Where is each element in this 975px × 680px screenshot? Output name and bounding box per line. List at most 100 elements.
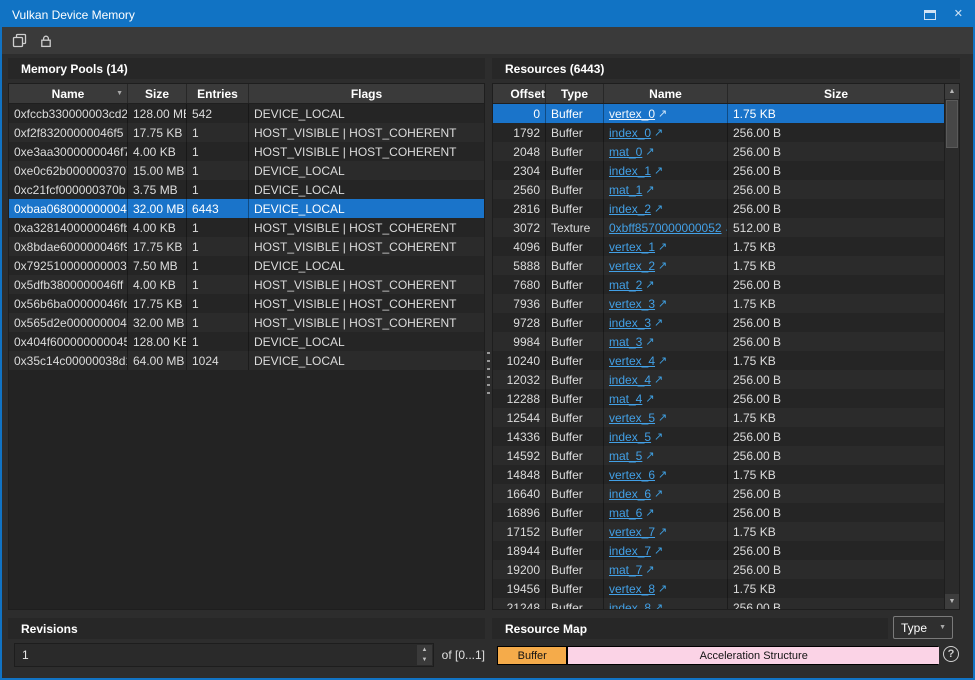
resource-link[interactable]: mat_7 xyxy=(609,563,642,577)
resource-link[interactable]: mat_5 xyxy=(609,449,642,463)
memory-pool-row[interactable]: 0x8bdae600000046f9 17.75 KB 1 HOST_VISIB… xyxy=(9,237,484,256)
resource-link[interactable]: vertex_0 xyxy=(609,107,655,121)
resource-row[interactable]: 18944 Buffer index_7 ↗ 256.00 B xyxy=(493,541,944,560)
close-icon[interactable]: ✕ xyxy=(954,9,963,20)
memory-pool-row[interactable]: 0x565d2e000000004b 32.00 MB 1 HOST_VISIB… xyxy=(9,313,484,332)
column-header-flags[interactable]: Flags xyxy=(249,84,484,103)
goto-resource-icon[interactable]: ↗ xyxy=(645,449,654,462)
resource-row[interactable]: 19200 Buffer mat_7 ↗ 256.00 B xyxy=(493,560,944,579)
memory-pool-row[interactable]: 0xbaa068000000004d 32.00 MB 6443 DEVICE_… xyxy=(9,199,484,218)
column-header-resname[interactable]: Name xyxy=(604,84,728,103)
resource-link[interactable]: vertex_7 xyxy=(609,525,655,539)
column-header-name[interactable]: Name ▼ xyxy=(9,84,128,103)
resource-row[interactable]: 14336 Buffer index_5 ↗ 256.00 B xyxy=(493,427,944,446)
resource-row[interactable]: 12544 Buffer vertex_5 ↗ 1.75 KB xyxy=(493,408,944,427)
title-bar[interactable]: Vulkan Device Memory ✕ xyxy=(2,2,973,27)
resource-row[interactable]: 16896 Buffer mat_6 ↗ 256.00 B xyxy=(493,503,944,522)
resource-row[interactable]: 2048 Buffer mat_0 ↗ 256.00 B xyxy=(493,142,944,161)
resource-link[interactable]: vertex_5 xyxy=(609,411,655,425)
memory-pool-row[interactable]: 0x404f600000000045 128.00 KB 1 DEVICE_LO… xyxy=(9,332,484,351)
resource-link[interactable]: index_3 xyxy=(609,316,651,330)
goto-resource-icon[interactable]: ↗ xyxy=(654,373,663,386)
panel-splitter-handle[interactable] xyxy=(486,352,490,396)
resource-map-segment[interactable]: Buffer xyxy=(498,647,566,664)
spinner-up-icon[interactable]: ▲ xyxy=(417,645,432,655)
resource-link[interactable]: vertex_4 xyxy=(609,354,655,368)
resource-row[interactable]: 12032 Buffer index_4 ↗ 256.00 B xyxy=(493,370,944,389)
memory-pool-row[interactable]: 0xf2f83200000046f5 17.75 KB 1 HOST_VISIB… xyxy=(9,123,484,142)
resource-link[interactable]: index_2 xyxy=(609,202,651,216)
revision-spinbox[interactable]: 1 ▲ ▼ xyxy=(14,643,434,667)
spinner-down-icon[interactable]: ▼ xyxy=(417,655,432,665)
resource-link[interactable]: mat_0 xyxy=(609,145,642,159)
resource-row[interactable]: 10240 Buffer vertex_4 ↗ 1.75 KB xyxy=(493,351,944,370)
goto-resource-icon[interactable]: ↗ xyxy=(658,468,667,481)
memory-pool-row[interactable]: 0xe3aa3000000046f7 4.00 KB 1 HOST_VISIBL… xyxy=(9,142,484,161)
goto-resource-icon[interactable]: ↗ xyxy=(658,107,667,120)
column-header-type[interactable]: Type xyxy=(546,84,604,103)
duplicate-panel-icon[interactable] xyxy=(11,32,29,50)
memory-pool-row[interactable]: 0xfccb330000003cd2 128.00 MB 542 DEVICE_… xyxy=(9,104,484,123)
resource-row[interactable]: 9728 Buffer index_3 ↗ 256.00 B xyxy=(493,313,944,332)
resource-row[interactable]: 9984 Buffer mat_3 ↗ 256.00 B xyxy=(493,332,944,351)
float-window-icon[interactable] xyxy=(924,10,936,20)
resource-link[interactable]: mat_3 xyxy=(609,335,642,349)
goto-resource-icon[interactable]: ↗ xyxy=(658,411,667,424)
resource-row[interactable]: 19456 Buffer vertex_8 ↗ 1.75 KB xyxy=(493,579,944,598)
goto-resource-icon[interactable]: ↗ xyxy=(654,126,663,139)
column-header-offset[interactable]: Offset ▼ xyxy=(493,84,546,103)
goto-resource-icon[interactable]: ↗ xyxy=(658,240,667,253)
scroll-down-icon[interactable]: ▼ xyxy=(945,594,959,609)
resource-link[interactable]: vertex_2 xyxy=(609,259,655,273)
resource-row[interactable]: 0 Buffer vertex_0 ↗ 1.75 KB xyxy=(493,104,944,123)
resource-link[interactable]: 0xbff8570000000052 xyxy=(609,221,722,235)
resource-link[interactable]: mat_6 xyxy=(609,506,642,520)
resource-row[interactable]: 2560 Buffer mat_1 ↗ 256.00 B xyxy=(493,180,944,199)
resource-link[interactable]: index_8 xyxy=(609,601,651,611)
goto-resource-icon[interactable]: ↗ xyxy=(658,297,667,310)
goto-resource-icon[interactable]: ↗ xyxy=(645,506,654,519)
scroll-up-icon[interactable]: ▲ xyxy=(945,84,959,99)
goto-resource-icon[interactable]: ↗ xyxy=(654,316,663,329)
goto-resource-icon[interactable]: ↗ xyxy=(658,582,667,595)
goto-resource-icon[interactable]: ↗ xyxy=(645,563,654,576)
resource-row[interactable]: 5888 Buffer vertex_2 ↗ 1.75 KB xyxy=(493,256,944,275)
resource-row[interactable]: 14592 Buffer mat_5 ↗ 256.00 B xyxy=(493,446,944,465)
memory-pool-row[interactable]: 0xc21fcf000000370b 3.75 MB 1 DEVICE_LOCA… xyxy=(9,180,484,199)
resource-link[interactable]: mat_1 xyxy=(609,183,642,197)
resource-row[interactable]: 2304 Buffer index_1 ↗ 256.00 B xyxy=(493,161,944,180)
column-header-ressize[interactable]: Size xyxy=(728,84,944,103)
resource-row[interactable]: 21248 Buffer index_8 ↗ 256.00 B xyxy=(493,598,944,610)
memory-pool-row[interactable]: 0xa3281400000046fb 4.00 KB 1 HOST_VISIBL… xyxy=(9,218,484,237)
memory-pool-row[interactable]: 0x35c14c00000038d1 64.00 MB 1024 DEVICE_… xyxy=(9,351,484,370)
resource-link[interactable]: index_5 xyxy=(609,430,651,444)
resource-link[interactable]: mat_2 xyxy=(609,278,642,292)
resource-row[interactable]: 7936 Buffer vertex_3 ↗ 1.75 KB xyxy=(493,294,944,313)
goto-resource-icon[interactable]: ↗ xyxy=(654,601,663,610)
goto-resource-icon[interactable]: ↗ xyxy=(645,183,654,196)
goto-resource-icon[interactable]: ↗ xyxy=(658,259,667,272)
memory-pool-row[interactable]: 0x56b6ba00000046fd 17.75 KB 1 HOST_VISIB… xyxy=(9,294,484,313)
resource-link[interactable]: vertex_8 xyxy=(609,582,655,596)
resource-link[interactable]: vertex_1 xyxy=(609,240,655,254)
goto-resource-icon[interactable]: ↗ xyxy=(654,202,663,215)
resource-row[interactable]: 17152 Buffer vertex_7 ↗ 1.75 KB xyxy=(493,522,944,541)
resource-row[interactable]: 7680 Buffer mat_2 ↗ 256.00 B xyxy=(493,275,944,294)
resource-link[interactable]: index_6 xyxy=(609,487,651,501)
resource-link[interactable]: index_4 xyxy=(609,373,651,387)
goto-resource-icon[interactable]: ↗ xyxy=(654,487,663,500)
resource-row[interactable]: 16640 Buffer index_6 ↗ 256.00 B xyxy=(493,484,944,503)
lock-icon[interactable] xyxy=(37,32,55,50)
resource-row[interactable]: 12288 Buffer mat_4 ↗ 256.00 B xyxy=(493,389,944,408)
goto-resource-icon[interactable]: ↗ xyxy=(658,525,667,538)
column-header-entries[interactable]: Entries xyxy=(187,84,249,103)
resource-link[interactable]: index_7 xyxy=(609,544,651,558)
goto-resource-icon[interactable]: ↗ xyxy=(654,430,663,443)
resource-link[interactable]: mat_4 xyxy=(609,392,642,406)
memory-pool-row[interactable]: 0xe0c62b0000003707 15.00 MB 1 DEVICE_LOC… xyxy=(9,161,484,180)
resource-row[interactable]: 3072 Texture 0xbff8570000000052 ↗ 512.00… xyxy=(493,218,944,237)
resource-map-segment[interactable]: Acceleration Structure xyxy=(568,647,939,664)
resource-link[interactable]: vertex_6 xyxy=(609,468,655,482)
help-icon[interactable]: ? xyxy=(943,646,959,662)
goto-resource-icon[interactable]: ↗ xyxy=(654,544,663,557)
